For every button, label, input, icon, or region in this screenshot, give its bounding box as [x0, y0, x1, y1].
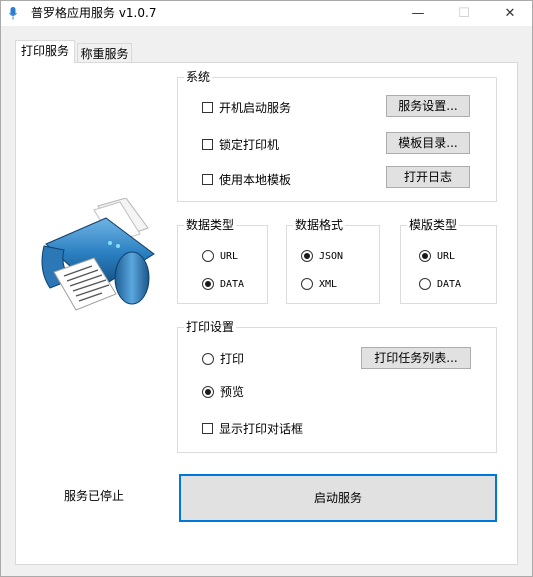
radio-circle[interactable] — [202, 278, 214, 290]
tab-print-service[interactable]: 打印服务 — [15, 40, 75, 63]
radio-circle[interactable] — [419, 250, 431, 262]
radio-circle[interactable] — [202, 352, 214, 365]
data-format-xml-radio[interactable]: XML — [301, 278, 337, 290]
maximize-button: ☐ — [458, 6, 470, 21]
show-print-dialog-checkbox[interactable]: 显示打印对话框 — [202, 420, 303, 437]
printer-icon — [41, 198, 155, 311]
radio-label: 预览 — [220, 385, 245, 399]
radio-circle[interactable] — [202, 250, 214, 262]
title-bar[interactable]: 普罗格应用服务 v1.0.7 — ☐ ✕ — [1, 1, 532, 26]
data-type-url-radio[interactable]: URL — [202, 250, 238, 262]
data-type-group: 数据类型 URL DATA — [177, 217, 268, 304]
radio-label: DATA — [437, 278, 462, 290]
radio-label: JSON — [319, 250, 344, 262]
open-log-button[interactable]: 打开日志 — [386, 166, 470, 188]
data-format-group: 数据格式 JSON XML — [286, 217, 380, 304]
radio-label: XML — [319, 278, 338, 290]
radio-label: 打印 — [220, 352, 245, 366]
template-type-group: 模版类型 URL DATA — [400, 217, 497, 304]
template-type-url-radio[interactable]: URL — [419, 250, 455, 262]
service-status-text: 服务已停止 — [64, 489, 125, 503]
system-group-title: 系统 — [184, 69, 213, 85]
app-window: 普罗格应用服务 v1.0.7 — ☐ ✕ 打印服务 称重服务 系统 开机启动服务… — [0, 0, 533, 577]
print-settings-group-title: 打印设置 — [184, 319, 237, 335]
radio-circle[interactable] — [419, 278, 431, 290]
checkbox-box[interactable] — [202, 174, 213, 185]
autostart-checkbox[interactable]: 开机启动服务 — [202, 99, 291, 116]
checkbox-box[interactable] — [202, 139, 213, 150]
checkbox-label: 显示打印对话框 — [219, 422, 304, 436]
data-type-data-radio[interactable]: DATA — [202, 278, 244, 290]
radio-label: DATA — [220, 278, 245, 290]
window-title: 普罗格应用服务 v1.0.7 — [31, 6, 157, 20]
preview-radio[interactable]: 预览 — [202, 383, 244, 400]
template-type-data-radio[interactable]: DATA — [419, 278, 461, 290]
start-service-button[interactable]: 启动服务 — [179, 474, 497, 522]
template-type-group-title: 模版类型 — [407, 217, 460, 233]
data-format-json-radio[interactable]: JSON — [301, 250, 343, 262]
print-task-list-button[interactable]: 打印任务列表... — [361, 347, 471, 369]
system-group: 系统 开机启动服务 锁定打印机 使用本地模板 服务设置... 模板目录... 打… — [177, 69, 497, 202]
radio-circle[interactable] — [301, 278, 313, 290]
microphone-icon — [9, 7, 17, 20]
print-settings-group: 打印设置 打印 预览 打印任务列表... 显示打印对话框 — [177, 319, 497, 453]
checkbox-label: 使用本地模板 — [219, 173, 292, 187]
tab-weighing-service[interactable]: 称重服务 — [77, 43, 132, 63]
checkbox-box[interactable] — [202, 102, 213, 113]
template-directory-button[interactable]: 模板目录... — [386, 132, 470, 154]
print-service-panel: 系统 开机启动服务 锁定打印机 使用本地模板 服务设置... 模板目录... 打… — [15, 62, 518, 565]
checkbox-label: 开机启动服务 — [219, 101, 292, 115]
data-format-group-title: 数据格式 — [293, 217, 346, 233]
radio-circle[interactable] — [301, 250, 313, 262]
radio-label: URL — [220, 250, 239, 262]
lock-printer-checkbox[interactable]: 锁定打印机 — [202, 136, 279, 153]
service-settings-button[interactable]: 服务设置... — [386, 95, 470, 117]
minimize-button[interactable]: — — [395, 1, 441, 26]
close-button[interactable]: ✕ — [487, 1, 533, 26]
local-template-checkbox[interactable]: 使用本地模板 — [202, 171, 291, 188]
checkbox-label: 锁定打印机 — [219, 138, 280, 152]
data-type-group-title: 数据类型 — [184, 217, 237, 233]
radio-label: URL — [437, 250, 456, 262]
radio-circle[interactable] — [202, 385, 214, 398]
print-radio[interactable]: 打印 — [202, 350, 244, 367]
checkbox-box[interactable] — [202, 423, 213, 434]
